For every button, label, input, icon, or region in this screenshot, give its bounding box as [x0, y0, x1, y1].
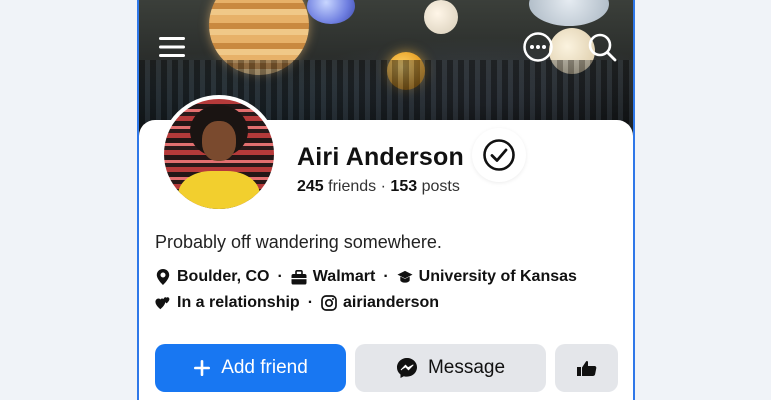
phone-frame: Airi Anderson 245 friends · 153 posts Pr…	[137, 0, 635, 400]
friends-label[interactable]: friends	[328, 178, 376, 195]
profile-name: Airi Anderson	[297, 143, 464, 171]
hearts-icon	[155, 295, 171, 311]
info-separator: ·	[383, 268, 389, 285]
verified-badge[interactable]	[472, 128, 526, 182]
avatar-sweater	[178, 171, 260, 209]
hamburger-menu-icon	[159, 37, 185, 57]
friends-count: 245	[297, 178, 324, 195]
message-button[interactable]: Message	[355, 344, 546, 392]
cover-planet-blue	[307, 0, 355, 24]
more-options-icon	[523, 32, 553, 62]
menu-button[interactable]	[155, 30, 189, 64]
info-separator: ·	[307, 294, 314, 311]
map-pin-icon	[155, 269, 171, 285]
education-text[interactable]: University of Kansas	[419, 268, 577, 286]
avatar-face	[202, 121, 236, 161]
profile-stats: 245 friends · 153 posts	[297, 178, 460, 196]
message-label: Message	[427, 357, 506, 378]
instagram-icon	[321, 295, 337, 311]
posts-label[interactable]: posts	[422, 178, 460, 195]
info-row-social: In a relationship · airianderson	[155, 294, 439, 312]
relationship-text: In a relationship	[177, 294, 300, 311]
verified-check-icon	[483, 139, 515, 171]
pointing-hand-icon	[576, 361, 596, 376]
search-icon	[588, 33, 617, 62]
more-options-button[interactable]	[521, 30, 555, 64]
add-friend-button[interactable]: Add friend	[155, 344, 346, 392]
profile-bio: Probably off wandering somewhere.	[155, 232, 442, 252]
work-text[interactable]: Walmart	[313, 268, 376, 286]
reaction-button[interactable]	[555, 344, 618, 392]
info-row-details: Boulder, CO · Walmart · University of Ka…	[155, 268, 577, 286]
cover-planet-grey	[529, 0, 609, 26]
cover-planet-moon	[424, 0, 458, 34]
search-button[interactable]	[585, 30, 619, 64]
briefcase-icon	[291, 269, 307, 285]
add-friend-label: Add friend	[221, 357, 308, 378]
info-separator: ·	[277, 268, 283, 285]
avatar[interactable]	[160, 95, 278, 213]
avatar-photo	[164, 99, 274, 209]
graduation-cap-icon	[397, 269, 413, 285]
instagram-handle[interactable]: airianderson	[343, 294, 439, 312]
messenger-icon	[396, 358, 417, 378]
location-text: Boulder, CO	[177, 268, 270, 285]
plus-icon	[194, 360, 211, 376]
posts-count: 153	[390, 178, 418, 195]
stats-separator: ·	[380, 178, 386, 195]
